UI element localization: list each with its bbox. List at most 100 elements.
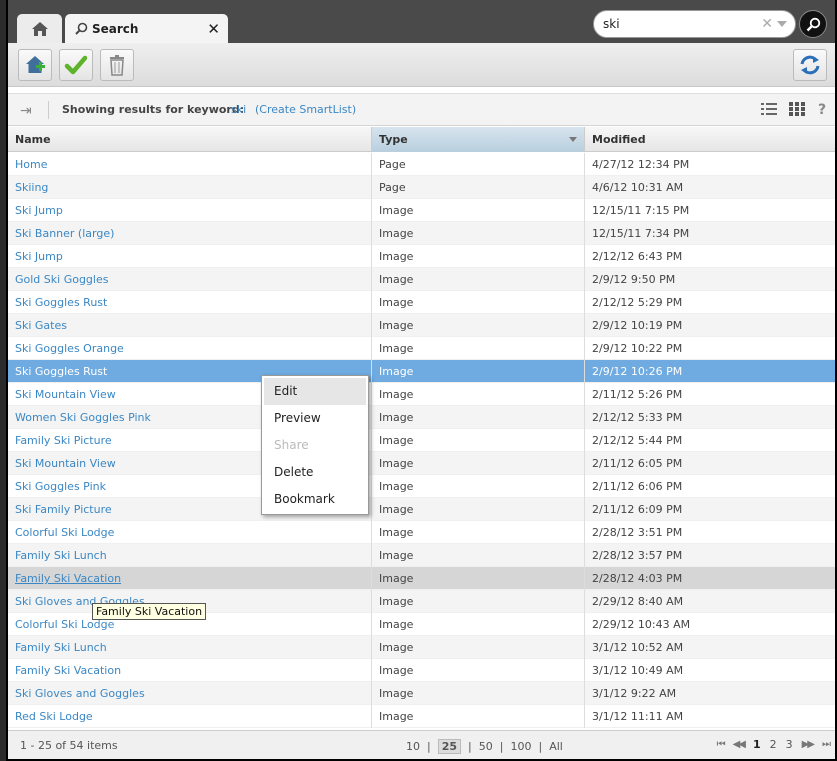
row-name-link[interactable]: Skiing (8, 176, 372, 199)
row-type: Image (372, 268, 585, 291)
menu-item-edit[interactable]: Edit (264, 378, 366, 405)
row-name-link[interactable]: Family Ski Lunch (8, 544, 372, 567)
row-name-link[interactable]: Family Ski Vacation (8, 659, 372, 682)
first-page-icon[interactable]: ⏮ (717, 739, 726, 750)
row-name-link[interactable]: Home (8, 153, 372, 176)
row-name-link[interactable]: Gold Ski Goggles (8, 268, 372, 291)
table-row[interactable]: Family Ski Vacation Image 3/1/12 10:49 AM (8, 659, 835, 682)
page-link[interactable]: 2 (770, 738, 777, 751)
delete-button[interactable] (100, 49, 134, 81)
context-menu: Edit Preview Share Delete Bookmark (261, 375, 369, 515)
next-page-icon[interactable]: ▶▶ (802, 739, 815, 750)
table-row-hovered[interactable]: Family Ski Vacation Image 2/28/12 4:03 PM (8, 567, 835, 590)
new-item-button[interactable] (18, 49, 52, 81)
sort-desc-icon (569, 137, 577, 142)
grid-view-icon[interactable] (789, 102, 805, 116)
menu-item-bookmark[interactable]: Bookmark (262, 486, 368, 513)
column-header-modified[interactable]: Modified (585, 127, 837, 152)
table-row[interactable]: Skiing Page 4/6/12 10:31 AM (8, 176, 835, 199)
menu-item-preview[interactable]: Preview (262, 405, 368, 432)
row-type: Image (372, 544, 585, 567)
table-row[interactable]: Family Ski Lunch Image 3/1/12 10:52 AM (8, 636, 835, 659)
separator: | (499, 740, 504, 753)
menu-item-delete[interactable]: Delete (262, 459, 368, 486)
last-page-icon[interactable]: ⏭ (822, 739, 831, 750)
page-size-option[interactable]: 100 (510, 740, 531, 753)
search-icon (75, 22, 88, 35)
table-row[interactable]: Ski Goggles Orange Image 2/9/12 10:22 PM (8, 337, 835, 360)
list-view-icon[interactable] (761, 102, 777, 116)
tab-search[interactable]: Search ✕ (65, 14, 228, 43)
row-name-link[interactable]: Ski Goggles Orange (8, 337, 372, 360)
search-input[interactable] (603, 16, 763, 32)
page-size-option-selected[interactable]: 25 (437, 739, 462, 754)
column-header-type-label: Type (379, 133, 408, 146)
collapse-panel-icon[interactable]: ⇥ (20, 103, 32, 119)
table-row[interactable]: Ski Mountain View Image 2/11/12 5:26 PM (8, 383, 835, 406)
results-table-body: Home Page 4/27/12 12:34 PM Skiing Page 4/6/1… (8, 153, 835, 728)
column-header-type[interactable]: Type (372, 127, 585, 152)
table-row[interactable]: Ski Goggles Rust Image 2/12/12 5:29 PM (8, 291, 835, 314)
row-name-link[interactable]: Colorful Ski Lodge (8, 521, 372, 544)
table-row[interactable]: Women Ski Goggles Pink Image 2/12/12 5:33 … (8, 406, 835, 429)
page-link-current[interactable]: 1 (753, 738, 761, 751)
table-row[interactable]: Ski Gloves and Goggles Image 3/1/12 9:22 A… (8, 682, 835, 705)
menu-item-share: Share (274, 438, 309, 452)
row-name-link[interactable]: Family Ski Vacation (8, 567, 372, 590)
row-type: Image (372, 291, 585, 314)
table-row[interactable]: Ski Mountain View Image 2/11/12 6:05 PM (8, 452, 835, 475)
table-row[interactable]: Home Page 4/27/12 12:34 PM (8, 153, 835, 176)
row-name-link[interactable]: Red Ski Lodge (8, 705, 372, 728)
column-header-name[interactable]: Name (8, 127, 372, 152)
page-link[interactable]: 3 (786, 738, 793, 751)
table-row[interactable]: Family Ski Picture Image 2/12/12 5:44 PM (8, 429, 835, 452)
table-row[interactable]: Ski Goggles Pink Image 2/11/12 6:06 PM (8, 475, 835, 498)
tab-search-label: Search (92, 21, 139, 36)
table-row[interactable]: Ski Gates Image 2/9/12 10:19 PM (8, 314, 835, 337)
tab-bar: Search ✕ ✕ (8, 0, 835, 43)
row-name-link[interactable]: Ski Jump (8, 199, 372, 222)
row-modified: 2/29/12 10:43 AM (592, 618, 691, 631)
pagination-footer: 1 - 25 of 54 items 10 | 25 | 50 | 100 | All … (8, 730, 835, 759)
row-type: Image (372, 498, 585, 521)
keyword-link[interactable]: ski (231, 103, 246, 116)
global-search-field[interactable]: ✕ (593, 10, 796, 38)
table-row[interactable]: Ski Banner (large) Image 12/15/11 7:34 PM (8, 222, 835, 245)
row-type: Image (372, 429, 585, 452)
help-icon[interactable]: ? (817, 102, 827, 116)
row-name-link[interactable]: Ski Jump (8, 245, 372, 268)
close-tab-icon[interactable]: ✕ (207, 20, 220, 38)
search-button[interactable] (799, 10, 827, 38)
row-type: Page (372, 153, 585, 176)
table-row[interactable]: Family Ski Lunch Image 2/28/12 3:57 PM (8, 544, 835, 567)
page-size-option[interactable]: All (549, 740, 563, 753)
row-name-link[interactable]: Ski Goggles Rust (8, 291, 372, 314)
table-row[interactable]: Red Ski Lodge Image 3/1/12 11:11 AM (8, 705, 835, 728)
results-info-bar: ⇥ Showing results for keyword: ski (Crea… (8, 93, 835, 126)
prev-page-icon[interactable]: ◀◀ (733, 739, 746, 750)
table-row[interactable]: Ski Family Picture Image 2/11/12 6:09 PM (8, 498, 835, 521)
row-modified: 4/6/12 10:31 AM (592, 181, 684, 194)
table-row[interactable]: Gold Ski Goggles Image 2/9/12 9:50 PM (8, 268, 835, 291)
row-modified: 2/11/12 6:09 PM (592, 503, 683, 516)
row-modified: 2/28/12 3:57 PM (592, 549, 683, 562)
table-row-selected[interactable]: Ski Goggles Rust Image 2/9/12 10:26 PM (8, 360, 835, 383)
tab-home[interactable] (17, 14, 62, 43)
row-type: Image (372, 222, 585, 245)
row-name-link[interactable]: Ski Banner (large) (8, 222, 372, 245)
row-name-link[interactable]: Family Ski Lunch (8, 636, 372, 659)
table-row[interactable]: Colorful Ski Lodge Image 2/28/12 3:51 PM (8, 521, 835, 544)
table-row[interactable]: Ski Jump Image 2/12/12 6:43 PM (8, 245, 835, 268)
row-name-link[interactable]: Ski Gloves and Goggles (8, 682, 372, 705)
table-row[interactable]: Ski Jump Image 12/15/11 7:15 PM (8, 199, 835, 222)
search-dropdown-icon[interactable] (777, 21, 787, 27)
row-type: Page (372, 176, 585, 199)
row-name-link[interactable]: Ski Gates (8, 314, 372, 337)
page-size-option[interactable]: 50 (479, 740, 493, 753)
app-window: Search ✕ ✕ (6, 0, 837, 761)
create-smartlist-link[interactable]: (Create SmartList) (255, 103, 356, 116)
page-size-option[interactable]: 10 (406, 740, 420, 753)
sync-button[interactable] (793, 49, 827, 81)
clear-search-icon[interactable]: ✕ (761, 16, 773, 32)
approve-button[interactable] (59, 49, 93, 81)
